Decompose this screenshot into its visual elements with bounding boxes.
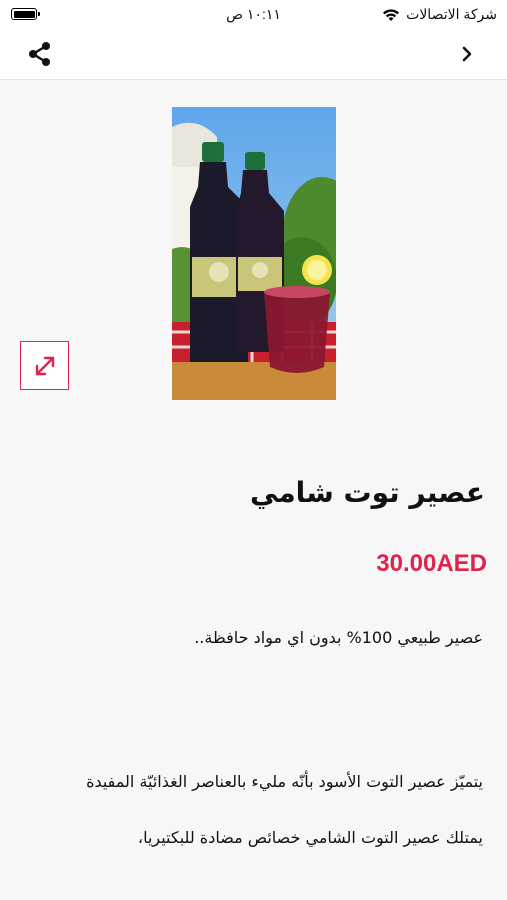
product-description-line-2: يتميّز عصير التوت الأسود بأنّه مليء بالع…: [86, 772, 483, 791]
wifi-icon: [383, 8, 400, 21]
product-title: عصير توت شامي: [250, 476, 485, 509]
product-image[interactable]: [172, 107, 336, 400]
chevron-right-icon[interactable]: [459, 42, 475, 66]
carrier-name: شركة الاتصالات: [406, 6, 497, 22]
status-carrier-group: شركة الاتصالات: [382, 6, 497, 23]
nav-bar: [0, 30, 507, 80]
product-description-line-3: يمتلك عصير التوت الشامي خصائص مضادة للبك…: [137, 828, 483, 847]
share-icon[interactable]: [26, 40, 54, 68]
product-description-line-1: عصير طبيعي 100% بدون اي مواد حافظة..: [194, 628, 483, 647]
product-price: 30.00AED: [376, 550, 487, 577]
status-bar: ١٠:١١ ص شركة الاتصالات: [0, 0, 507, 30]
expand-icon: [35, 356, 55, 376]
expand-image-button[interactable]: [20, 341, 69, 390]
